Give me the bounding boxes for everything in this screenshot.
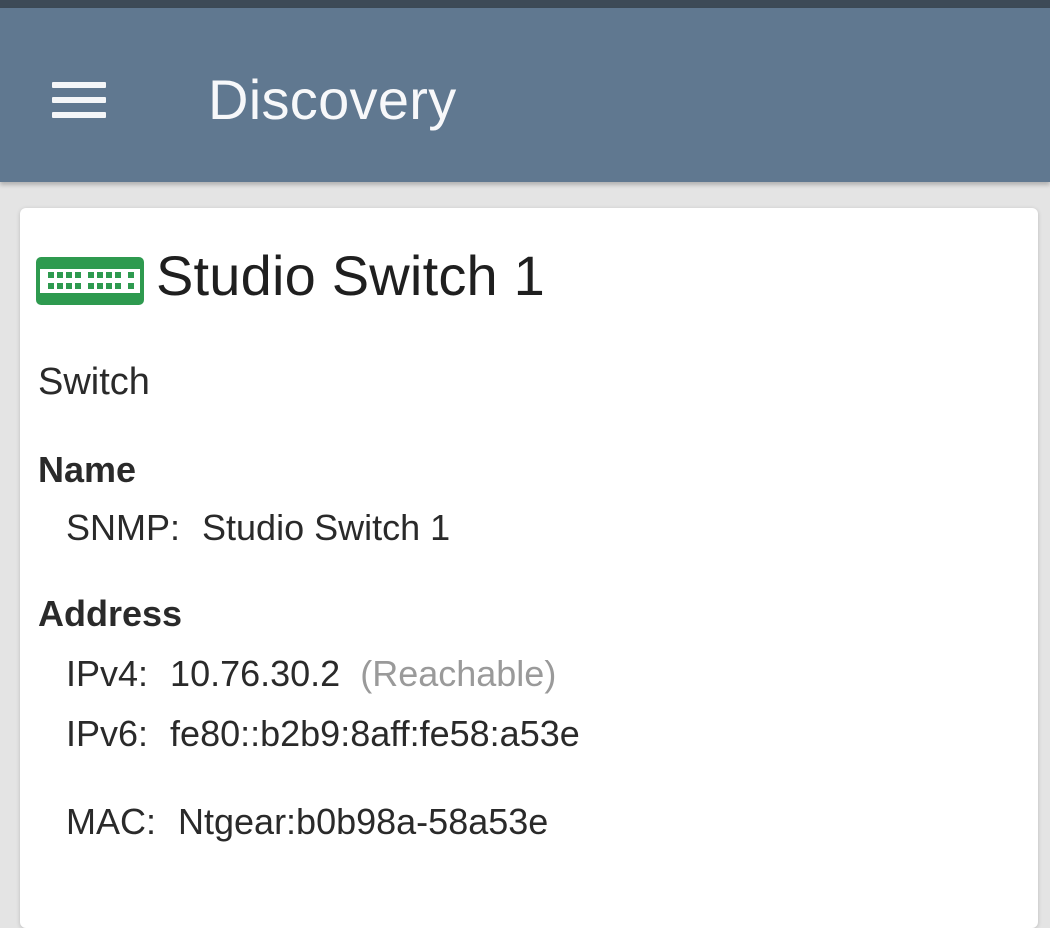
device-title: Studio Switch 1 <box>156 244 545 307</box>
app-bar: Discovery <box>0 8 1050 182</box>
menu-button[interactable] <box>36 62 122 138</box>
device-card: Studio Switch 1 Switch Name SNMP: Studio … <box>20 208 1038 928</box>
address-section-heading: Address <box>38 593 183 634</box>
ipv4-row: IPv4: 10.76.30.2 (Reachable) <box>66 652 556 696</box>
ipv4-label: IPv4: <box>66 653 149 694</box>
snmp-value: Studio Switch 1 <box>202 507 451 548</box>
status-bar-strip <box>0 0 1050 8</box>
ipv6-row: IPv6: fe80::b2b9:8aff:fe58:a53e <box>66 712 580 756</box>
mac-row: MAC: Ntgear:b0b98a-58a53e <box>66 800 548 844</box>
snmp-label: SNMP: <box>66 507 181 548</box>
device-header: Studio Switch 1 <box>36 238 545 314</box>
ipv4-value: 10.76.30.2 <box>170 653 341 694</box>
snmp-name-row: SNMP: Studio Switch 1 <box>66 506 450 550</box>
app-title: Discovery <box>208 68 457 131</box>
mac-value: Ntgear:b0b98a-58a53e <box>178 801 549 842</box>
ipv6-value: fe80::b2b9:8aff:fe58:a53e <box>170 713 580 754</box>
name-section-heading: Name <box>38 449 137 490</box>
mac-label: MAC: <box>66 801 156 842</box>
hamburger-menu-icon <box>52 82 106 118</box>
ipv4-status: (Reachable) <box>360 653 557 694</box>
ipv6-label: IPv6: <box>66 713 149 754</box>
device-type: Switch <box>38 361 150 403</box>
network-switch-icon <box>36 257 144 305</box>
